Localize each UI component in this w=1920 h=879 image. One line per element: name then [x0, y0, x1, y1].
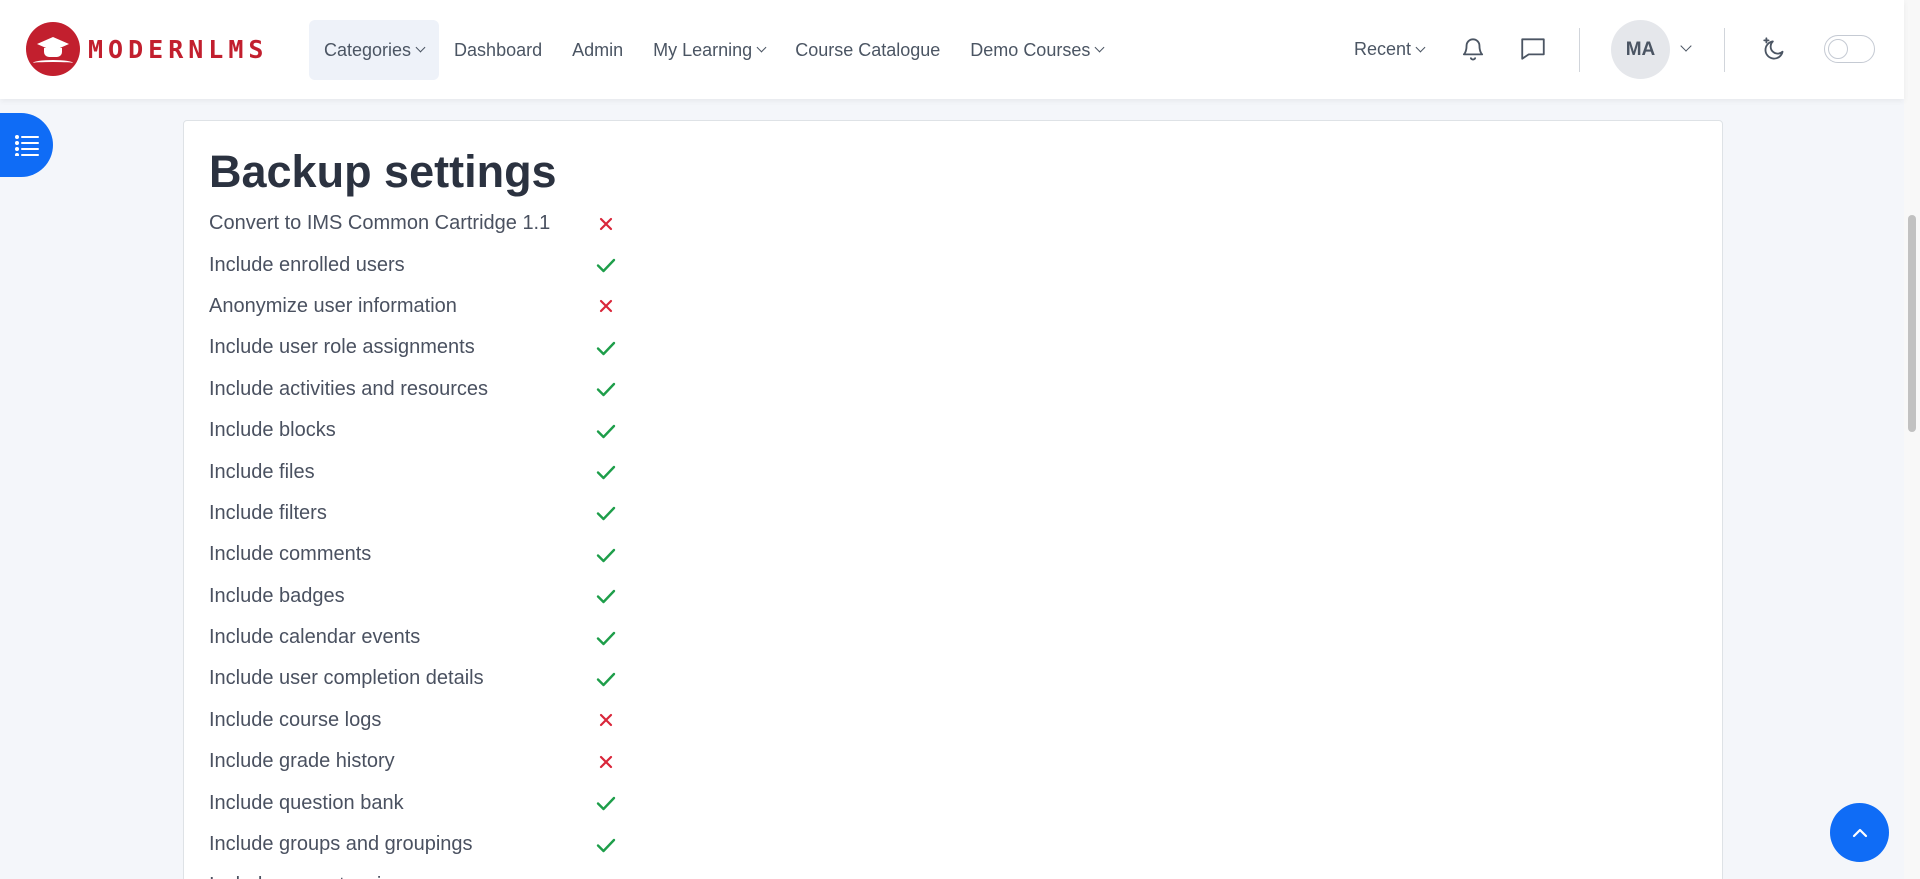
recent-dropdown[interactable]: Recent	[1354, 0, 1426, 99]
scroll-to-top-button[interactable]	[1830, 803, 1889, 862]
chevron-up-icon	[1852, 828, 1867, 837]
cross-icon	[594, 294, 618, 318]
setting-label: Include enrolled users	[209, 253, 405, 276]
graduation-cap-icon	[26, 22, 80, 76]
navbar-divider	[1579, 28, 1580, 72]
settings-row: Anonymize user information	[209, 286, 618, 327]
chevron-down-icon	[1415, 42, 1426, 52]
nav-item-my-learning[interactable]: My Learning	[638, 20, 780, 80]
nav-item-label: My Learning	[653, 39, 753, 60]
settings-row: Include files	[209, 451, 618, 492]
settings-row: Include comments	[209, 534, 618, 575]
settings-row: Include course logs	[209, 700, 618, 741]
site-name: MODERNLMS	[88, 34, 269, 64]
nav-item-label: Dashboard	[454, 39, 543, 60]
user-avatar[interactable]: MA	[1611, 20, 1670, 79]
setting-label: Include blocks	[209, 419, 336, 442]
chevron-down-icon	[415, 42, 426, 53]
check-icon	[594, 419, 618, 443]
check-icon	[594, 667, 618, 691]
settings-row: Include calendar events	[209, 617, 618, 658]
setting-label: Include activities and resources	[209, 377, 489, 400]
settings-row: Include user role assignments	[209, 327, 618, 368]
chevron-down-icon	[756, 42, 767, 53]
check-icon	[594, 253, 618, 277]
check-icon	[594, 336, 618, 360]
section-title: Backup settings	[209, 146, 557, 197]
check-icon	[594, 584, 618, 608]
setting-label: Include competencies	[209, 874, 594, 879]
setting-label: Include course logs	[209, 708, 382, 731]
setting-label: Include user role assignments	[209, 336, 475, 359]
settings-row: Include groups and groupings	[209, 824, 618, 865]
theme-toggle-switch[interactable]	[1824, 35, 1875, 63]
setting-label: Convert to IMS Common Cartridge 1.1	[209, 212, 551, 235]
settings-row: Include competencies	[209, 865, 618, 879]
settings-row: Include activities and resources	[209, 369, 618, 410]
setting-label: Include badges	[209, 584, 345, 607]
chat-bubble-icon[interactable]	[1518, 34, 1548, 64]
backup-settings-card: Backup settings Convert to IMS Common Ca…	[183, 120, 1723, 879]
moon-icon[interactable]	[1760, 34, 1790, 64]
setting-label: Include filters	[209, 501, 327, 524]
settings-row: Convert to IMS Common Cartridge 1.1	[209, 203, 618, 244]
nav-item-categories[interactable]: Categories	[309, 20, 440, 80]
nav-item-label: Categories	[324, 39, 412, 60]
check-icon	[594, 543, 618, 567]
top-navbar: MODERNLMS Categories Dashboard Admin My …	[0, 0, 1904, 99]
setting-label: Include comments	[209, 543, 372, 566]
setting-label: Include calendar events	[209, 626, 421, 649]
settings-row: Include enrolled users	[209, 244, 618, 285]
site-logo[interactable]: MODERNLMS	[26, 22, 268, 76]
settings-list: Convert to IMS Common Cartridge 1.1 Inclu…	[209, 203, 618, 879]
check-icon	[594, 874, 618, 879]
page-scrollbar[interactable]	[1904, 0, 1920, 879]
list-icon	[14, 135, 39, 156]
setting-label: Include user completion details	[209, 667, 484, 690]
settings-row: Include badges	[209, 576, 618, 617]
check-icon	[594, 833, 618, 857]
cross-icon	[594, 708, 618, 732]
check-icon	[594, 501, 618, 525]
settings-row: Include blocks	[209, 410, 618, 451]
scrollbar-thumb[interactable]	[1908, 215, 1916, 432]
nav-item-label: Demo Courses	[970, 39, 1091, 60]
nav-item-dashboard[interactable]: Dashboard	[439, 20, 557, 80]
primary-navigation: Categories Dashboard Admin My Learning C…	[309, 20, 1118, 80]
nav-item-course-catalogue[interactable]: Course Catalogue	[780, 20, 955, 80]
navbar-divider	[1724, 28, 1725, 72]
setting-label: Include question bank	[209, 791, 404, 814]
nav-item-label: Admin	[572, 39, 624, 60]
nav-item-demo-courses[interactable]: Demo Courses	[955, 20, 1118, 80]
cross-icon	[594, 750, 618, 774]
chevron-down-icon	[1094, 42, 1105, 53]
nav-item-admin[interactable]: Admin	[557, 20, 638, 80]
check-icon	[594, 791, 618, 815]
user-initials: MA	[1625, 38, 1656, 60]
setting-label: Anonymize user information	[209, 294, 457, 317]
settings-row: Include question bank	[209, 782, 618, 823]
recent-label: Recent	[1354, 39, 1412, 59]
setting-label: Include grade history	[209, 750, 395, 773]
check-icon	[594, 460, 618, 484]
setting-label: Include files	[209, 460, 315, 483]
settings-row: Include user completion details	[209, 658, 618, 699]
bell-icon[interactable]	[1458, 34, 1488, 64]
chevron-down-icon[interactable]	[1680, 40, 1692, 52]
check-icon	[594, 626, 618, 650]
check-icon	[594, 377, 618, 401]
nav-item-label: Course Catalogue	[795, 39, 941, 60]
settings-row: Include filters	[209, 493, 618, 534]
setting-label: Include groups and groupings	[209, 833, 473, 856]
toggle-knob	[1828, 39, 1848, 59]
settings-row: Include grade history	[209, 741, 618, 782]
cross-icon	[594, 212, 618, 236]
course-index-toggle-button[interactable]	[0, 113, 53, 177]
